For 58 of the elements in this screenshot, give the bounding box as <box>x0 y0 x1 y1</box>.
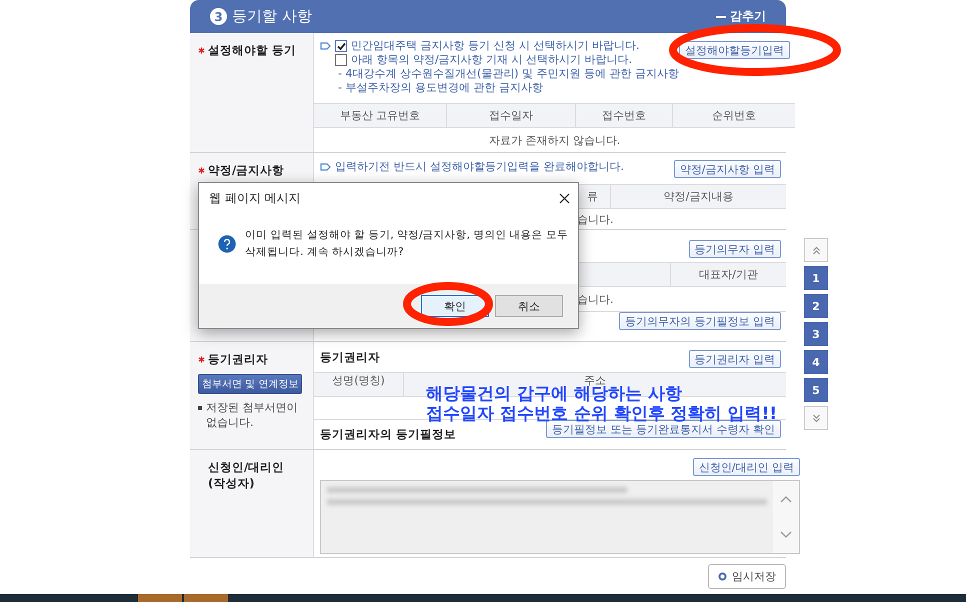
row-label: 설정해야할 등기 <box>208 42 296 58</box>
column-header: 접수일자 <box>447 103 576 127</box>
double-chevron-up-icon <box>812 246 820 254</box>
option-label: 민간임대주택 금지사항 등기 신청 시 선택하시기 바랍니다. <box>351 39 640 53</box>
page-button[interactable]: 4 <box>804 350 828 374</box>
column-header: 성명(명칭) <box>314 372 404 396</box>
option-label: 아래 항목의 약정/금지사항 기재 시 선택하시기 바랍니다. <box>351 53 632 67</box>
input-button[interactable]: 설정해야할등기입력 <box>679 41 790 59</box>
note-text: - 4대강수계 상수원수질개선(물관리) 및 주민지원 등에 관한 금지사항 <box>338 67 680 81</box>
page-button[interactable]: 1 <box>804 266 828 290</box>
dialog-message: 이미 입력된 설정해야 할 등기, 약정/금지사항, 명의인 내용은 모두 삭제됩니다. 계속 하시겠습니까? <box>245 228 568 260</box>
text-area[interactable] <box>320 480 800 554</box>
scroll-up-icon[interactable] <box>780 495 792 503</box>
checkbox[interactable] <box>335 40 347 52</box>
collapse-link[interactable]: 감추기 <box>730 8 766 25</box>
dialog-button[interactable]: 취소 <box>495 295 563 317</box>
double-chevron-down-icon <box>812 414 820 422</box>
page-button[interactable]: 3 <box>804 322 828 346</box>
step-number: 3 <box>210 8 227 25</box>
scroll-top-button[interactable] <box>804 238 828 262</box>
empty-message: 습니다. <box>577 292 614 306</box>
attachment-button[interactable]: 첨부서면 및 연계정보 <box>198 374 302 394</box>
bullet-icon <box>198 406 202 410</box>
column-header: 약정/금지내용 <box>611 184 786 208</box>
save-button[interactable]: 임시저장 <box>708 564 786 589</box>
page-button[interactable]: 5 <box>804 378 828 402</box>
input-button[interactable]: 등기의무자의 등기필정보 입력 <box>619 312 781 330</box>
section-title: 등기권리자 <box>320 350 381 365</box>
section-title: 등기할 사항 <box>232 7 312 26</box>
section-title: 등기권리자의 등기필정보 <box>320 427 456 442</box>
input-button[interactable]: 신청인/대리인 입력 <box>692 458 800 476</box>
empty-message: 자료가 존재하지 않습니다. <box>488 132 620 148</box>
column-header: 순위번호 <box>673 103 796 127</box>
row-label: 약정/금지사항 <box>208 162 284 178</box>
tag-icon <box>320 163 331 171</box>
column-header: 부동산 고유번호 <box>314 103 447 127</box>
scroll-bottom-button[interactable] <box>804 406 828 430</box>
row-label: 신청인/대리인 <box>208 459 284 475</box>
column-header: 접수번호 <box>576 103 673 127</box>
annotation-text: 해당물건의 갑구에 해당하는 사항 <box>426 384 682 404</box>
empty-message: 습니다. <box>577 212 614 226</box>
close-icon[interactable] <box>559 192 570 204</box>
input-button[interactable]: 등기의무자 입력 <box>688 240 781 258</box>
page-button[interactable]: 2 <box>804 294 828 318</box>
note-text: - 부설주차장의 용도변경에 관한 금지사항 <box>338 81 544 95</box>
circle-icon <box>718 572 727 581</box>
row-label: 등기권리자 <box>208 351 268 367</box>
scroll-down-icon[interactable] <box>780 531 792 539</box>
input-button[interactable]: 약정/금지사항 입력 <box>674 160 781 178</box>
checkbox[interactable] <box>335 54 347 66</box>
hint-text: 입력하기전 반드시 설정해야할등기입력을 완료해야합니다. <box>335 160 624 174</box>
note-text: 저장된 첨부서면이 없습니다. <box>206 400 298 430</box>
tag-icon <box>320 42 331 50</box>
minus-icon <box>716 16 726 18</box>
input-button[interactable]: 등기권리자 입력 <box>688 350 781 368</box>
row-label: (작성자) <box>208 475 255 491</box>
dialog-title: 웹 페이지 메시지 <box>209 190 301 206</box>
column-header: 대표자/기관 <box>671 262 786 286</box>
